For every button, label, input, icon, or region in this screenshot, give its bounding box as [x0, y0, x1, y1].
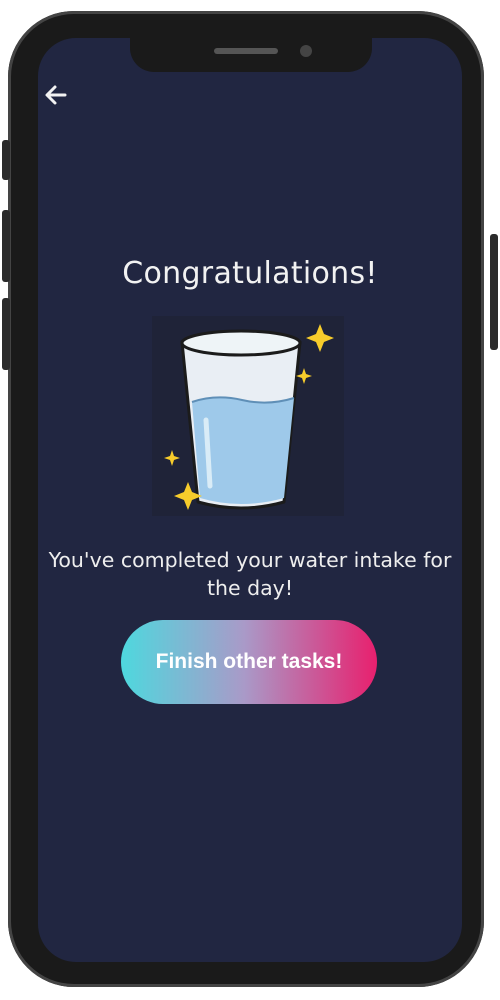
front-camera [300, 45, 312, 57]
cta-label: Finish other tasks! [155, 650, 343, 673]
power-button [490, 234, 498, 350]
water-glass-icon [152, 316, 344, 516]
phone-notch [130, 38, 372, 72]
completion-message: You've completed your water intake for t… [48, 548, 452, 600]
back-button[interactable] [42, 82, 70, 108]
mute-switch [2, 140, 10, 180]
speaker-grille [214, 48, 278, 54]
finish-other-tasks-button[interactable]: Finish other tasks! [121, 620, 377, 704]
volume-down-button [2, 298, 10, 370]
volume-up-button [2, 210, 10, 282]
page-title: Congratulations! [122, 256, 378, 291]
arrow-left-icon [45, 85, 67, 105]
water-glass-illustration [152, 316, 344, 516]
